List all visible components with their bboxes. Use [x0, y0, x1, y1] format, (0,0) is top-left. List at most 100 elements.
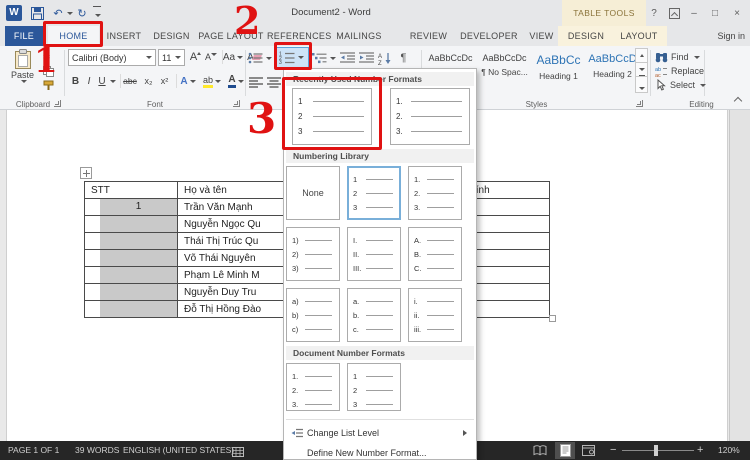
clipboard-dialog-launcher[interactable]: [54, 100, 61, 107]
tab-mailings[interactable]: MAILINGS: [327, 26, 391, 46]
table-cell-gender[interactable]: [472, 284, 550, 301]
styles-gallery-more[interactable]: [635, 76, 648, 93]
numbering-format-option[interactable]: 1.2.3.: [390, 88, 470, 145]
change-list-level-item[interactable]: Change List Level: [286, 425, 474, 442]
italic-button[interactable]: I: [83, 72, 95, 90]
numbering-format-option[interactable]: A.B.C.: [408, 227, 462, 281]
underline-dropdown[interactable]: [108, 72, 116, 90]
save-button[interactable]: [29, 5, 45, 21]
font-dialog-launcher[interactable]: [233, 100, 240, 107]
web-layout-button[interactable]: [579, 442, 597, 459]
tab-table-layout[interactable]: LAYOUT: [613, 26, 665, 46]
replace-button[interactable]: abac Replace: [655, 64, 704, 78]
table-cell-stt[interactable]: [85, 216, 178, 233]
undo-dropdown[interactable]: [65, 5, 73, 21]
subscript-button[interactable]: x₂: [141, 72, 156, 90]
help-button[interactable]: ?: [646, 5, 662, 21]
tab-design[interactable]: DESIGN: [149, 26, 194, 46]
styles-dialog-launcher[interactable]: [636, 100, 643, 107]
font-color-button[interactable]: A: [225, 72, 247, 90]
font-size-combo[interactable]: 11: [158, 49, 185, 66]
align-center-button[interactable]: [266, 72, 282, 92]
undo-button[interactable]: ↶: [51, 5, 65, 21]
tab-insert[interactable]: INSERT: [102, 26, 146, 46]
decrease-indent-button[interactable]: [339, 48, 356, 68]
quick-access-toolbar-menu[interactable]: [91, 5, 103, 21]
numbering-format-option[interactable]: 1.2.3.: [408, 166, 462, 220]
bold-button[interactable]: B: [69, 72, 82, 90]
page-indicator[interactable]: PAGE 1 OF 1: [8, 441, 59, 460]
read-mode-button[interactable]: [531, 442, 549, 459]
shrink-font-button[interactable]: A: [204, 48, 218, 66]
underline-button[interactable]: U: [96, 72, 108, 90]
zoom-slider-track[interactable]: [622, 450, 694, 451]
zoom-level[interactable]: 120%: [718, 441, 740, 460]
grow-font-button[interactable]: A: [188, 48, 203, 66]
table-cell-stt[interactable]: [85, 233, 178, 250]
table-cell-gender[interactable]: [472, 233, 550, 250]
collapse-ribbon-button[interactable]: [734, 96, 742, 104]
table-cell-gender[interactable]: [472, 199, 550, 216]
change-case-button[interactable]: Aa: [222, 48, 244, 66]
numbering-format-option[interactable]: a)b)c): [286, 288, 340, 342]
table-cell-gender[interactable]: [472, 301, 550, 318]
font-name-combo[interactable]: Calibri (Body): [68, 49, 156, 66]
text-effects-button[interactable]: A: [177, 72, 199, 90]
show-hide-marks-button[interactable]: ¶: [396, 48, 411, 68]
table-cell-stt[interactable]: [85, 250, 178, 267]
numbering-format-option[interactable]: i.ii.iii.: [408, 288, 462, 342]
style-heading-1[interactable]: AaBbCc Heading 1: [533, 48, 584, 94]
align-left-button[interactable]: [248, 72, 264, 92]
table-header-stt[interactable]: STT: [85, 182, 178, 199]
redo-button[interactable]: ↻: [75, 5, 89, 21]
table-cell-stt[interactable]: [85, 267, 178, 284]
bullets-button[interactable]: [248, 48, 272, 68]
table-cell-gender[interactable]: [472, 267, 550, 284]
table-move-handle-icon[interactable]: [80, 167, 92, 179]
find-button[interactable]: Find: [655, 50, 700, 64]
zoom-in-button[interactable]: +: [697, 441, 703, 460]
numbering-format-option[interactable]: 123: [347, 363, 401, 411]
zoom-out-button[interactable]: −: [610, 441, 616, 460]
define-new-number-format-item[interactable]: Define New Number Format...: [286, 445, 474, 460]
style-no-spacing[interactable]: AaBbCcDc ¶ No Spac...: [479, 48, 530, 94]
multilevel-list-button[interactable]: [312, 48, 336, 68]
print-layout-button[interactable]: [555, 442, 575, 459]
minimize-button[interactable]: –: [686, 5, 702, 21]
tab-table-design[interactable]: DESIGN: [560, 26, 612, 46]
vertical-scrollbar[interactable]: [729, 110, 750, 441]
table-header-gender[interactable]: tính: [472, 182, 550, 199]
close-button[interactable]: ×: [729, 5, 745, 21]
table-cell-stt[interactable]: 1: [85, 199, 178, 216]
table-cell-gender[interactable]: [472, 250, 550, 267]
tab-developer[interactable]: DEVELOPER: [459, 26, 519, 46]
table-resize-handle[interactable]: [549, 315, 556, 322]
macro-record-button[interactable]: [232, 445, 244, 460]
select-button[interactable]: Select: [655, 78, 706, 92]
tab-view[interactable]: VIEW: [523, 26, 560, 46]
numbering-format-option[interactable]: I.II.III.: [347, 227, 401, 281]
sort-button[interactable]: AZ: [376, 48, 393, 68]
table-cell-gender[interactable]: [472, 216, 550, 233]
sign-in-link[interactable]: Sign in: [717, 26, 745, 46]
superscript-button[interactable]: x²: [157, 72, 172, 90]
word-count[interactable]: 39 WORDS: [75, 441, 119, 460]
table-cell-stt[interactable]: [85, 301, 178, 318]
style-heading-2[interactable]: AaBbCcD Heading 2: [587, 48, 638, 94]
numbering-format-option[interactable]: 123: [347, 166, 401, 220]
grow-font-icon: A: [190, 51, 197, 63]
tab-review[interactable]: REVIEW: [404, 26, 453, 46]
ribbon-display-options-button[interactable]: [666, 5, 682, 21]
language-indicator[interactable]: ENGLISH (UNITED STATES): [123, 441, 234, 460]
numbering-format-option[interactable]: 1)2)3): [286, 227, 340, 281]
numbering-option-none[interactable]: None: [286, 166, 340, 220]
restore-button[interactable]: □: [707, 5, 723, 21]
text-highlight-button[interactable]: ab: [200, 72, 224, 90]
increase-indent-button[interactable]: [357, 48, 375, 68]
styles-scroll-up[interactable]: [635, 48, 648, 63]
numbering-format-option[interactable]: a.b.c.: [347, 288, 401, 342]
table-cell-stt[interactable]: [85, 284, 178, 301]
numbering-format-option[interactable]: 1.2.3.: [286, 363, 340, 411]
strikethrough-button[interactable]: abc: [120, 72, 140, 90]
zoom-slider-thumb[interactable]: [654, 445, 658, 456]
